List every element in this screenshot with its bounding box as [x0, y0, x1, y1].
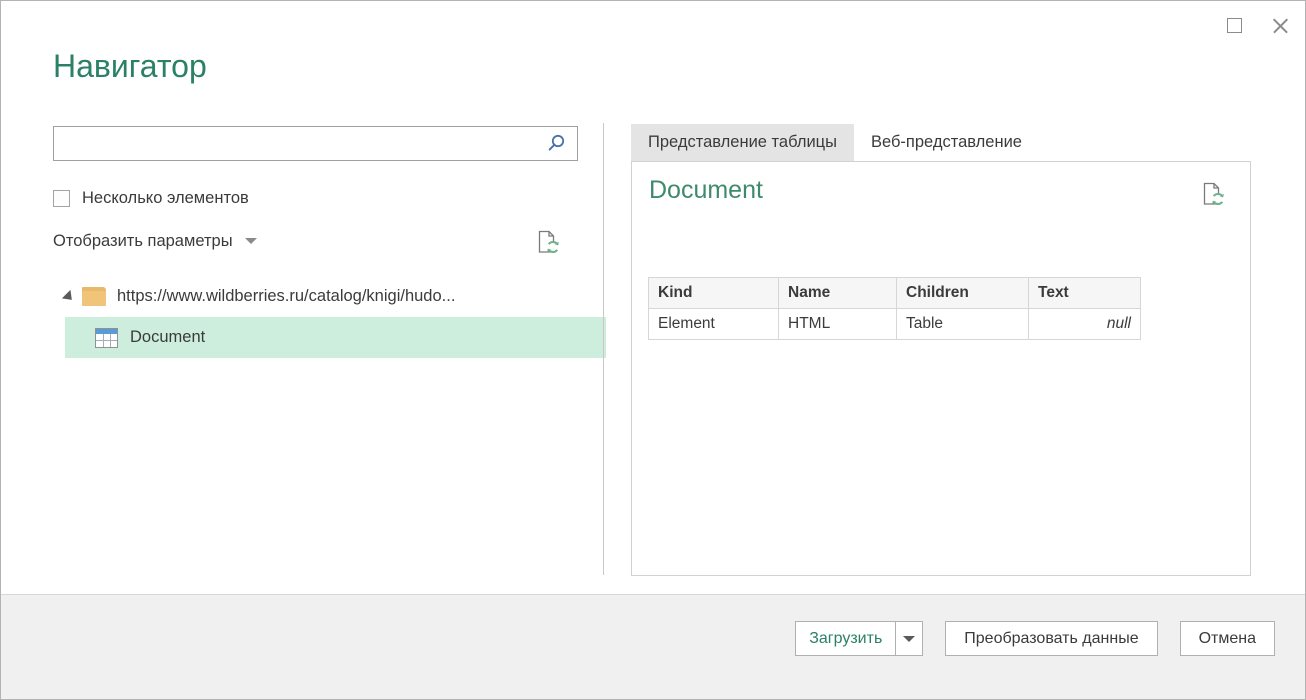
page-title: Навигатор: [53, 48, 207, 84]
search-magnifier-icon[interactable]: [545, 132, 569, 156]
multiple-items-checkbox[interactable]: [53, 189, 70, 207]
cell-text: null: [1028, 308, 1141, 340]
table-header-row: Kind Name Children Text: [648, 277, 1141, 309]
navigation-tree: https://www.wildberries.ru/catalog/knigi…: [1, 276, 606, 358]
chevron-down-icon: [903, 635, 916, 642]
load-dropdown-button[interactable]: [895, 621, 924, 656]
cancel-button[interactable]: Отмена: [1179, 621, 1275, 656]
column-header-children[interactable]: Children: [896, 277, 1029, 309]
load-split-button: Загрузить: [795, 621, 924, 656]
table-icon: [95, 327, 118, 348]
search-box[interactable]: [53, 126, 578, 161]
left-pane: Несколько элементов Отобразить параметры: [1, 111, 606, 581]
window-controls: [1211, 2, 1303, 48]
footer-button-group: Загрузить Преобразовать данные Отмена: [795, 621, 1275, 656]
navigator-dialog: Навигатор Несколько элементов Отобразить…: [0, 0, 1306, 700]
maximize-square-icon: [1226, 17, 1242, 33]
maximize-button[interactable]: [1211, 2, 1257, 48]
close-button[interactable]: [1257, 2, 1303, 48]
close-x-icon: [1271, 16, 1290, 35]
page-refresh-icon[interactable]: [1198, 180, 1226, 208]
tree-row[interactable]: https://www.wildberries.ru/catalog/knigi…: [1, 276, 601, 317]
multiple-items-row[interactable]: Несколько элементов: [53, 186, 249, 210]
load-button[interactable]: Загрузить: [795, 621, 896, 656]
right-pane: Представление таблицы Веб-представление …: [631, 124, 1251, 576]
multiple-items-label: Несколько элементов: [82, 188, 249, 207]
column-header-kind[interactable]: Kind: [648, 277, 779, 309]
search-input[interactable]: [54, 127, 539, 160]
pane-splitter[interactable]: [603, 123, 604, 575]
expander-expanded-icon[interactable]: [61, 289, 77, 304]
title-bar: [1, 2, 1305, 48]
preview-panel: Document Kind Name Children Text Element…: [631, 161, 1251, 576]
table-row[interactable]: Element HTML Table null: [648, 308, 1141, 340]
tree-row[interactable]: Document: [65, 317, 606, 358]
transform-data-button[interactable]: Преобразовать данные: [945, 621, 1158, 656]
cell-kind: Element: [648, 308, 779, 340]
column-header-name[interactable]: Name: [778, 277, 897, 309]
tree-item-label: Document: [130, 328, 206, 346]
preview-tabs: Представление таблицы Веб-представление: [631, 124, 1039, 161]
preview-table: Kind Name Children Text Element HTML Tab…: [648, 277, 1141, 340]
folder-icon: [82, 287, 106, 306]
tab-table-view[interactable]: Представление таблицы: [631, 124, 854, 161]
cell-name: HTML: [778, 308, 897, 340]
dialog-footer: Загрузить Преобразовать данные Отмена: [1, 594, 1305, 699]
column-header-text[interactable]: Text: [1028, 277, 1141, 309]
chevron-down-icon[interactable]: [244, 238, 257, 244]
preview-title: Document: [649, 176, 763, 204]
tree-root-label: https://www.wildberries.ru/catalog/knigi…: [117, 287, 456, 305]
page-refresh-icon[interactable]: [533, 228, 561, 256]
display-options-label[interactable]: Отобразить параметры: [53, 232, 233, 251]
cell-children: Table: [896, 308, 1029, 340]
tab-web-view[interactable]: Веб-представление: [854, 124, 1039, 161]
display-options-row: Отобразить параметры: [53, 228, 578, 254]
